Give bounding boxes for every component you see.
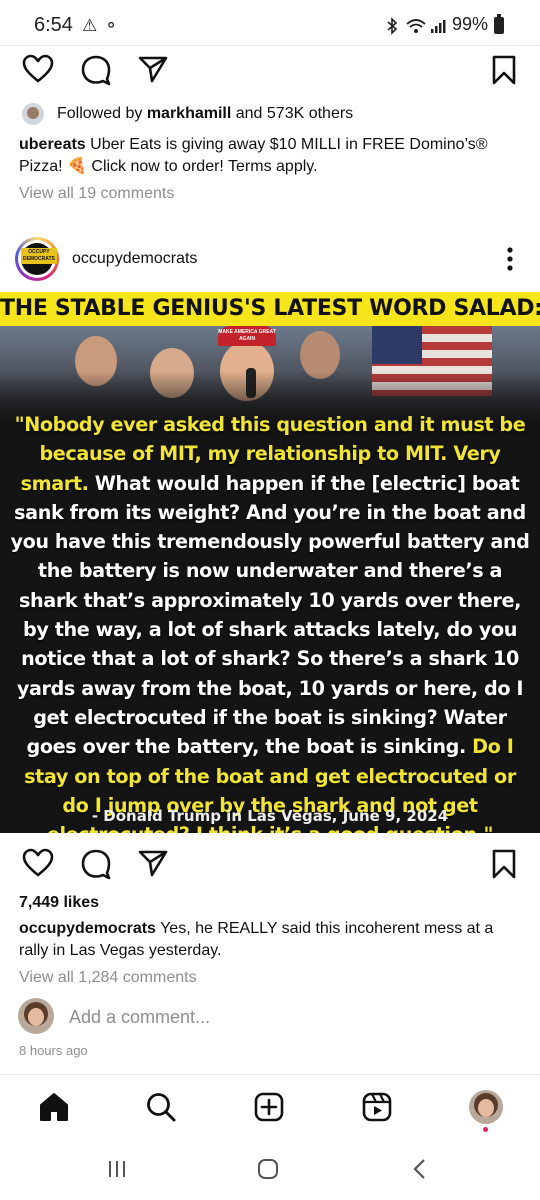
- signal-icon: [431, 20, 446, 33]
- quote-text: "Nobody ever asked this question and it …: [10, 410, 530, 833]
- notification-icon: ⚬: [104, 16, 119, 35]
- followed-by-suffix: and 573K others: [231, 105, 354, 122]
- system-navigation: [0, 1140, 540, 1200]
- post-author-username[interactable]: occupydemocrats: [72, 248, 197, 270]
- caption-username[interactable]: occupydemocrats: [19, 920, 156, 937]
- quote-attribution: - Donald Trump in Las Vegas, June 9, 202…: [91, 807, 449, 825]
- occupy-democrats-logo: OCCUPY DEMOCRATS: [21, 243, 57, 275]
- battery-icon: [494, 14, 504, 34]
- bookmark-icon[interactable]: [491, 849, 517, 879]
- followed-by-prefix: Followed by: [57, 105, 147, 122]
- back-icon[interactable]: [410, 1158, 430, 1180]
- post-author-avatar[interactable]: OCCUPY DEMOCRATS: [15, 237, 59, 281]
- plus-square-icon[interactable]: [253, 1091, 285, 1123]
- user-avatar: [18, 998, 54, 1034]
- image-headline: THE STABLE GENIUS'S LATEST WORD SALAD:: [0, 292, 540, 326]
- battery-percent: 99%: [452, 14, 489, 34]
- followed-by-text: Followed by markhamill and 573K others: [57, 103, 353, 125]
- followed-by-user[interactable]: markhamill: [147, 105, 231, 122]
- more-options-icon[interactable]: [506, 246, 514, 272]
- post-action-row: [0, 845, 540, 885]
- quote-body: What would happen if the [electric] boat…: [10, 471, 530, 759]
- paper-plane-icon[interactable]: [138, 849, 168, 877]
- post-timestamp: 8 hours ago: [19, 1043, 88, 1058]
- post-caption: occupydemocrats Yes, he REALLY said this…: [19, 918, 519, 962]
- caption-text: Uber Eats is giving away $10 MILLI in FR…: [19, 136, 488, 175]
- search-icon[interactable]: [145, 1091, 177, 1123]
- reels-icon[interactable]: [361, 1091, 393, 1123]
- paper-plane-icon[interactable]: [138, 55, 168, 83]
- post-image[interactable]: THE STABLE GENIUS'S LATEST WORD SALAD: M…: [0, 292, 540, 833]
- warning-icon: ⚠: [82, 16, 98, 35]
- home-icon[interactable]: [38, 1091, 70, 1123]
- profile-avatar[interactable]: [469, 1090, 503, 1124]
- red-hat: MAKE AMERICA GREAT AGAIN: [218, 326, 276, 346]
- caption-username[interactable]: ubereats: [19, 136, 86, 153]
- top-post-caption: ubereats Uber Eats is giving away $10 MI…: [19, 134, 519, 178]
- status-time: 6:54: [34, 14, 73, 36]
- bookmark-icon[interactable]: [491, 55, 517, 85]
- home-button-icon[interactable]: [257, 1158, 279, 1180]
- view-comments-link[interactable]: View all 19 comments: [19, 183, 174, 205]
- wifi-icon: [406, 19, 426, 33]
- comment-bubble-icon[interactable]: [80, 848, 112, 880]
- notification-dot: [483, 1127, 488, 1132]
- bluetooth-icon: [387, 17, 398, 35]
- follower-avatar[interactable]: [22, 103, 44, 125]
- heart-icon[interactable]: [22, 848, 54, 878]
- divider: [0, 45, 540, 46]
- top-post-action-row: [0, 50, 540, 90]
- bottom-navigation: [0, 1074, 540, 1139]
- add-comment-input[interactable]: Add a comment...: [69, 1007, 210, 1028]
- like-count[interactable]: 7,449 likes: [19, 892, 99, 914]
- view-comments-link[interactable]: View all 1,284 comments: [19, 967, 197, 989]
- recent-apps-icon[interactable]: [106, 1158, 128, 1180]
- comment-bubble-icon[interactable]: [80, 54, 112, 86]
- heart-icon[interactable]: [22, 54, 54, 84]
